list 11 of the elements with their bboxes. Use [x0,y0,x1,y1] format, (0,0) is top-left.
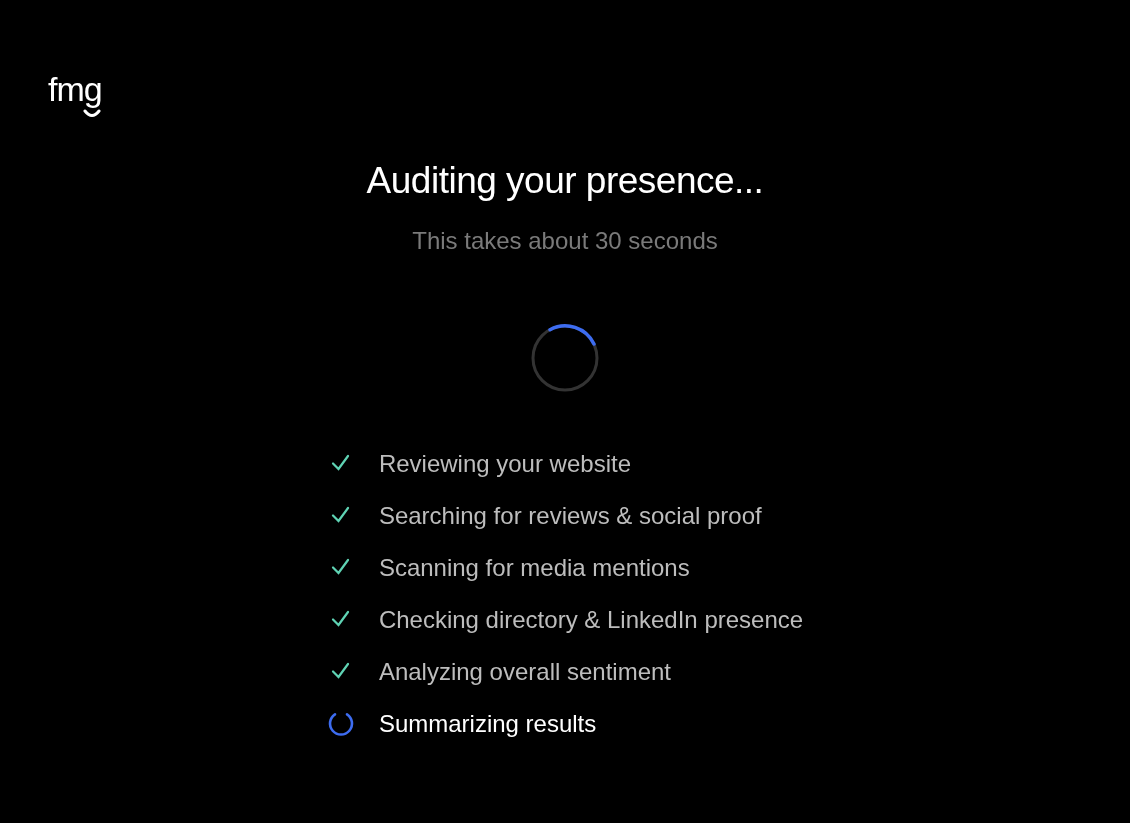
step-label: Checking directory & LinkedIn presence [378,604,804,634]
step-label: Reviewing your website [378,448,631,478]
smile-icon [82,109,101,117]
logo: fmg [48,72,102,106]
loading-spinner-icon [530,322,600,393]
step-label: Summarizing results [378,708,597,738]
page-title: Auditing your presence... [365,159,765,203]
step-label: Analyzing overall sentiment [378,656,672,686]
subtitle: This takes about 30 seconds [411,225,719,256]
step-label: Searching for reviews & social proof [378,500,762,530]
step-label: Scanning for media mentions [378,552,690,582]
